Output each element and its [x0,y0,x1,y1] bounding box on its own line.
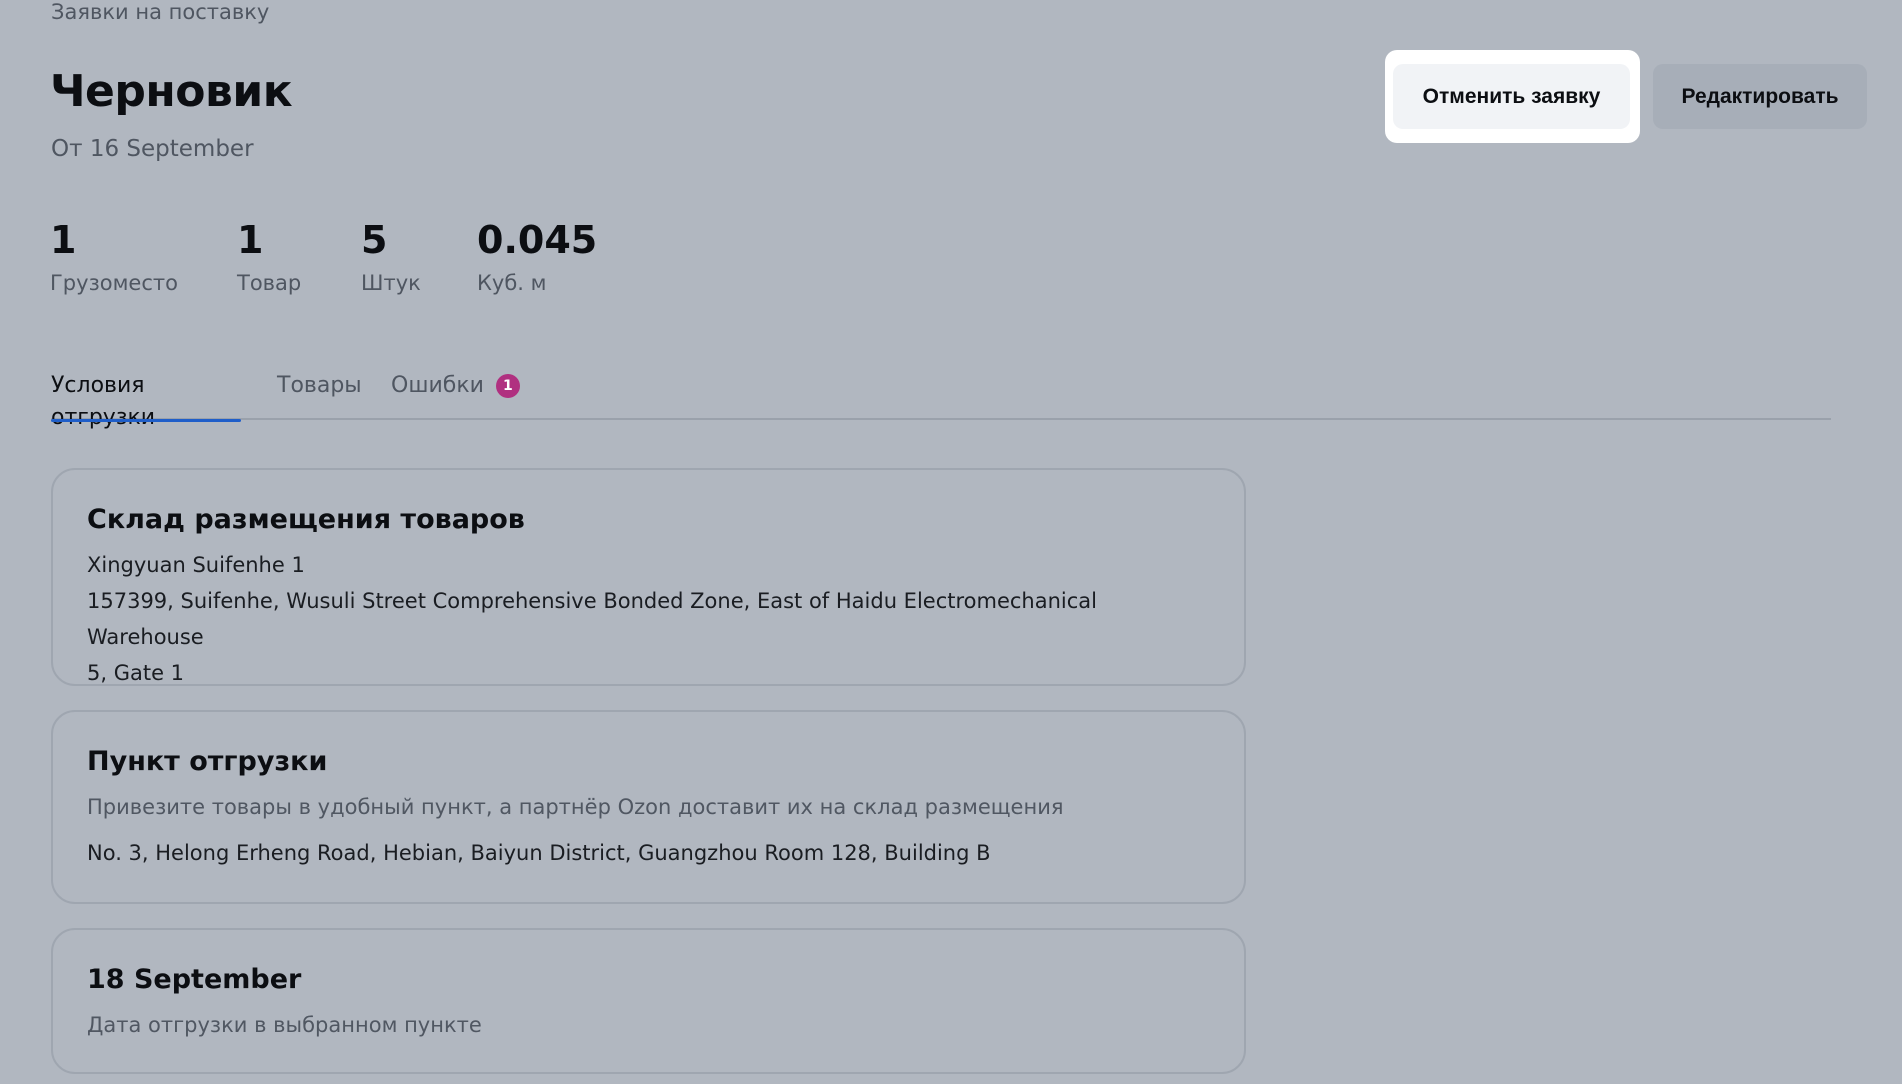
tab-bar: Условия отгрузки Товары Ошибки 1 [51,370,1831,430]
tab-products[interactable]: Товары [277,370,362,420]
pickup-address: No. 3, Helong Erheng Road, Hebian, Baiyu… [87,841,991,865]
warehouse-card-title: Склад размещения товаров [87,504,525,535]
warehouse-name: Xingyuan Suifenhe 1 [87,553,305,577]
shipping-date-card: 18 September Дата отгрузки в выбранном п… [51,928,1246,1074]
shipping-date-hint: Дата отгрузки в выбранном пункте [87,1013,482,1037]
warehouse-address-line-1: 157399, Suifenhe, Wusuli Street Comprehe… [87,589,1097,649]
page-subtitle-date: От 16 September [51,136,254,162]
stat-volume: 0.045 Куб. м [477,215,597,295]
edit-button[interactable]: Редактировать [1653,64,1867,129]
stat-label: Куб. м [477,271,547,295]
stat-products: 1 Товар [237,215,361,295]
page-title: Черновик [50,66,293,117]
cancel-request-button[interactable]: Отменить заявку [1393,64,1630,129]
error-count-badge: 1 [495,374,520,398]
pickup-hint: Привезите товары в удобный пункт, а парт… [87,795,1064,819]
tab-shipping-conditions[interactable]: Условия отгрузки [51,370,241,430]
stat-cargo-places: 1 Грузоместо [50,215,237,295]
stat-label: Товар [237,271,302,295]
stat-value: 5 [361,218,388,262]
stat-label: Штук [361,271,421,295]
pickup-point-card: Пункт отгрузки Привезите товары в удобны… [51,710,1246,904]
warehouse-card: Склад размещения товаров Xingyuan Suifen… [51,468,1246,686]
stat-value: 1 [50,218,77,262]
stat-value: 0.045 [477,218,598,262]
stat-value: 1 [237,218,264,262]
pickup-card-title: Пункт отгрузки [87,746,328,777]
breadcrumb[interactable]: Заявки на поставку [51,0,269,24]
supply-request-page: Заявки на поставку Черновик От 16 Septem… [0,0,1902,1084]
stat-label: Грузоместо [50,271,178,295]
shipping-date-title: 18 September [87,964,302,995]
warehouse-address-line-2: 5, Gate 1 [87,661,185,685]
stat-pieces: 5 Штук [361,215,477,295]
summary-stats: 1 Грузоместо 1 Товар 5 Штук 0.045 Куб. м [50,215,597,295]
tab-errors-label: Ошибки [391,373,484,398]
tab-errors[interactable]: Ошибки 1 [391,370,520,420]
